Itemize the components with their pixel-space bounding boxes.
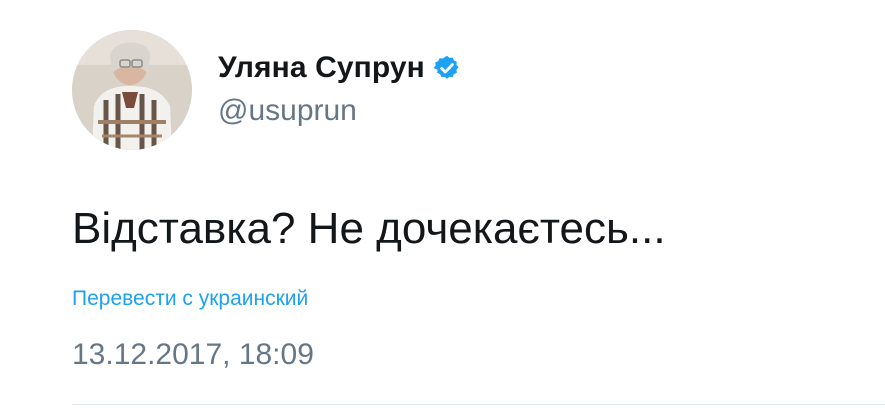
tweet-card: Уляна Супрун @usuprun Відставка? Не доче…	[0, 0, 885, 408]
avatar-photo-icon	[72, 30, 192, 150]
tweet-text: Відставка? Не дочекаєтесь...	[72, 204, 666, 253]
display-name[interactable]: Уляна Супрун	[218, 51, 425, 85]
name-row: Уляна Супрун	[218, 50, 738, 86]
divider	[72, 404, 885, 405]
avatar[interactable]	[72, 30, 192, 150]
user-handle[interactable]: @usuprun	[218, 94, 738, 128]
translate-link[interactable]: Перевести с украинский	[72, 287, 308, 311]
verified-badge-icon	[433, 54, 461, 82]
verified-check-icon	[433, 55, 459, 79]
user-info: Уляна Супрун @usuprun	[218, 50, 738, 140]
tweet-header: Уляна Супрун @usuprun	[72, 30, 832, 150]
tweet-timestamp[interactable]: 13.12.2017, 18:09	[72, 338, 314, 372]
